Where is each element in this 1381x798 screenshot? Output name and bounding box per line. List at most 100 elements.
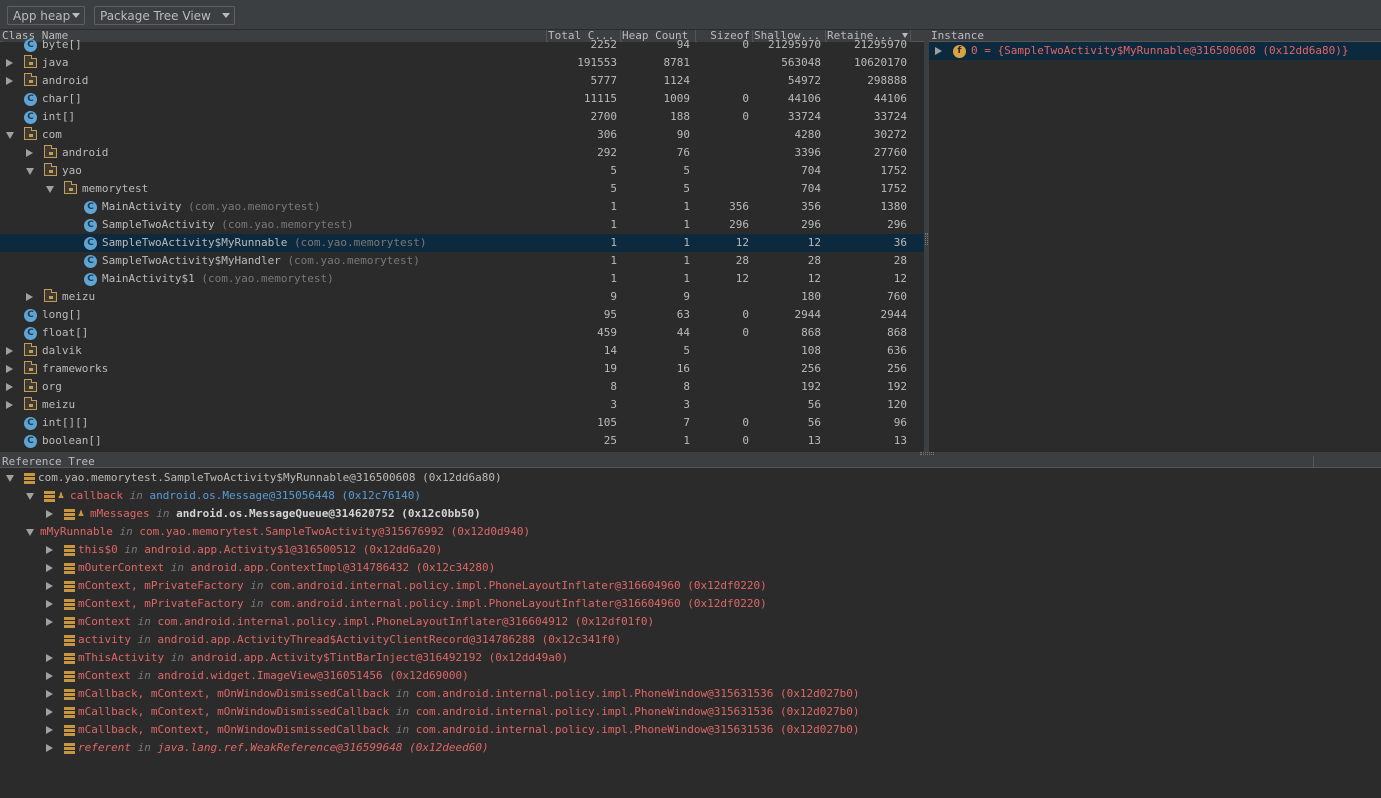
package-row[interactable]: android 292 76 3396 27760 <box>0 144 924 162</box>
class-name-text: boolean[] <box>42 434 102 447</box>
reference-text: mThisActivity in android.app.Activity$Ti… <box>78 649 568 667</box>
package-row[interactable]: memorytest 5 5 704 1752 <box>0 180 924 198</box>
total-count-cell: 9 <box>610 290 617 303</box>
reference-field: callback <box>70 489 123 502</box>
reference-row[interactable]: activity in android.app.ActivityThread$A… <box>0 631 1381 649</box>
class-row[interactable]: Cint[] 2700 188 0 33724 33724 <box>0 108 924 126</box>
expand-arrow-icon[interactable] <box>6 347 13 355</box>
package-row[interactable]: frameworks 19 16 256 256 <box>0 360 924 378</box>
reference-row[interactable]: mThisActivity in android.app.Activity$Ti… <box>0 649 1381 667</box>
package-row[interactable]: meizu 3 3 56 120 <box>0 396 924 414</box>
shallow-size-cell: 54972 <box>787 74 821 87</box>
reference-row[interactable]: mCallback, mContext, mOnWindowDismissedC… <box>0 703 1381 721</box>
sizeof-cell: 0 <box>742 308 749 321</box>
class-row[interactable]: Cfloat[] 459 44 0 868 868 <box>0 324 924 342</box>
shallow-size-cell: 356 <box>801 200 821 213</box>
expand-arrow-icon[interactable] <box>6 365 13 373</box>
class-name: byte[] <box>42 36 82 54</box>
class-row[interactable]: C SampleTwoActivity (com.yao.memorytest) 1… <box>0 216 924 234</box>
reference-row[interactable]: ♟ mMessages in android.os.MessageQueue@31… <box>0 505 1381 523</box>
reference-row[interactable]: mContext in android.widget.ImageView@316… <box>0 667 1381 685</box>
reference-row[interactable]: mCallback, mContext, mOnWindowDismissedC… <box>0 685 1381 703</box>
expand-arrow-icon[interactable] <box>46 690 53 698</box>
expand-arrow-icon[interactable] <box>46 582 53 590</box>
class-name-text: yao <box>62 164 82 177</box>
class-icon: C <box>24 93 37 106</box>
expand-arrow-icon[interactable] <box>46 708 53 716</box>
class-row[interactable]: Clong[] 95 63 0 2944 2944 <box>0 306 924 324</box>
heap-count-cell: 90 <box>676 128 690 141</box>
expand-arrow-icon[interactable] <box>46 600 53 608</box>
class-row[interactable]: Cboolean[] 25 1 0 13 13 <box>0 432 924 450</box>
reference-row[interactable]: this$0 in android.app.Activity$1@3165005… <box>0 541 1381 559</box>
view-select[interactable]: Package Tree View <box>94 6 235 25</box>
package-row[interactable]: dalvik 14 5 108 636 <box>0 342 924 360</box>
shallow-size-cell: 44106 <box>787 92 821 105</box>
class-row[interactable]: C SampleTwoActivity$MyRunnable (com.yao.m… <box>0 234 924 252</box>
retained-size-cell: 96 <box>893 416 907 429</box>
heap-count-cell: 16 <box>676 362 690 375</box>
expand-arrow-icon[interactable] <box>6 401 13 409</box>
reference-row[interactable]: mCallback, mContext, mOnWindowDismissedC… <box>0 721 1381 739</box>
class-row[interactable]: C MainActivity$1 (com.yao.memorytest) 1 1 12… <box>0 270 924 288</box>
shallow-size-cell: 108 <box>801 344 821 357</box>
instance-stack-icon <box>64 599 75 610</box>
collapse-arrow-icon[interactable] <box>46 186 54 193</box>
reference-row[interactable]: ♟ callback in android.os.Message@31505644… <box>0 487 1381 505</box>
class-name-text: java <box>42 56 69 69</box>
reference-row[interactable]: mOuterContext in android.app.ContextImpl… <box>0 559 1381 577</box>
expand-arrow-icon[interactable] <box>46 564 53 572</box>
collapse-arrow-icon[interactable] <box>26 529 34 536</box>
reference-object: com.android.internal.policy.impl.PhoneLa… <box>270 597 767 610</box>
collapse-arrow-icon[interactable] <box>26 493 34 500</box>
package-row[interactable]: meizu 9 9 180 760 <box>0 288 924 306</box>
expand-arrow-icon[interactable] <box>6 59 13 67</box>
class-row[interactable]: Cbyte[] 2252 94 0 21295970 21295970 <box>0 36 924 54</box>
expand-arrow-icon[interactable] <box>26 149 33 157</box>
reference-row[interactable]: mContext, mPrivateFactory in com.android… <box>0 577 1381 595</box>
class-icon: C <box>84 237 97 250</box>
package-row[interactable]: java 191553 8781 563048 10620170 <box>0 54 924 72</box>
class-name-text: frameworks <box>42 362 109 375</box>
instance-stack-icon <box>64 563 75 574</box>
reference-row[interactable]: referent in java.lang.ref.WeakReference@… <box>0 739 1381 757</box>
reference-row[interactable]: com.yao.memorytest.SampleTwoActivity$MyR… <box>0 469 1381 487</box>
total-count-cell: 1 <box>610 272 617 285</box>
expand-arrow-icon[interactable] <box>46 546 53 554</box>
class-row[interactable]: Cint[][] 105 7 0 56 96 <box>0 414 924 432</box>
class-name: android <box>42 72 88 90</box>
class-name-text: SampleTwoActivity$MyRunnable <box>102 236 288 249</box>
package-row[interactable]: yao 5 5 704 1752 <box>0 162 924 180</box>
class-row[interactable]: Cchar[] 11115 1009 0 44106 44106 <box>0 90 924 108</box>
expand-arrow-icon[interactable] <box>6 383 13 391</box>
reference-row[interactable]: mMyRunnable in com.yao.memorytest.Sample… <box>0 523 1381 541</box>
package-row[interactable]: com 306 90 4280 30272 <box>0 126 924 144</box>
package-folder-icon <box>44 163 57 176</box>
package-row[interactable]: android 5777 1124 54972 298888 <box>0 72 924 90</box>
reference-row[interactable]: mContext, mPrivateFactory in com.android… <box>0 595 1381 613</box>
expand-arrow-icon[interactable] <box>46 618 53 626</box>
total-count-cell: 8 <box>610 380 617 393</box>
heap-select[interactable]: App heap <box>7 6 85 25</box>
package-folder-icon <box>24 127 37 140</box>
instance-row[interactable]: f 0 = {SampleTwoActivity$MyRunnable@3165… <box>929 42 1381 60</box>
class-row[interactable]: C SampleTwoActivity$MyHandler (com.yao.me… <box>0 252 924 270</box>
collapse-arrow-icon[interactable] <box>26 168 34 175</box>
expand-arrow-icon[interactable] <box>46 510 53 518</box>
collapse-arrow-icon[interactable] <box>6 132 14 139</box>
shallow-size-cell: 12 <box>807 236 821 249</box>
class-row[interactable]: C MainActivity (com.yao.memorytest) 1 1 356 3… <box>0 198 924 216</box>
expand-arrow-icon[interactable] <box>26 293 33 301</box>
expand-arrow-icon[interactable] <box>935 47 942 55</box>
expand-arrow-icon[interactable] <box>46 744 53 752</box>
expand-arrow-icon[interactable] <box>46 672 53 680</box>
expand-arrow-icon[interactable] <box>46 654 53 662</box>
expand-arrow-icon[interactable] <box>46 726 53 734</box>
expand-arrow-icon[interactable] <box>6 77 13 85</box>
retained-size-cell: 1380 <box>880 200 908 213</box>
retained-size-cell: 120 <box>887 398 907 411</box>
collapse-arrow-icon[interactable] <box>6 475 14 482</box>
package-row[interactable]: org 8 8 192 192 <box>0 378 924 396</box>
total-count-cell: 306 <box>597 128 617 141</box>
reference-row[interactable]: mContext in com.android.internal.policy.… <box>0 613 1381 631</box>
